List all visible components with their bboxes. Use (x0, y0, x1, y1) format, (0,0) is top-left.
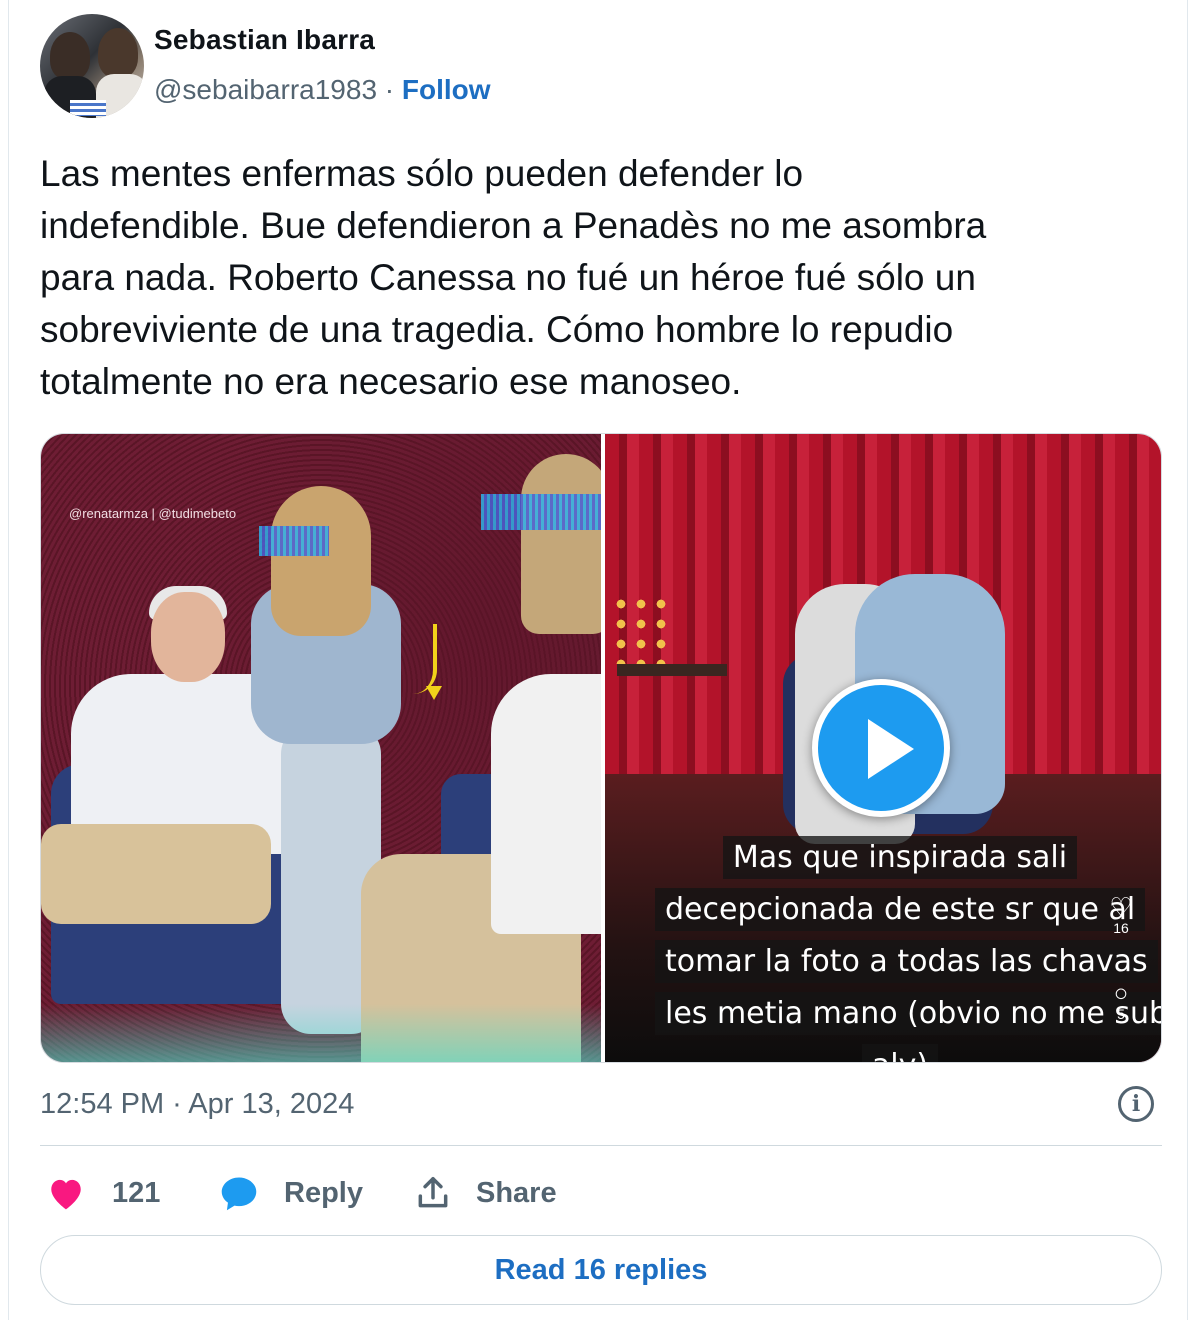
author-avatar[interactable] (40, 14, 144, 118)
tweet-text-line: indefendible. Bue defendieron a Penadès … (40, 205, 987, 246)
separator-dot: · (384, 74, 395, 105)
caption-line: Mas que inspirada sali (722, 836, 1078, 879)
author-handle-row: @sebaibarra1983 · Follow (154, 74, 491, 106)
video-right[interactable]: Mas que inspirada sali decepcionada de e… (605, 434, 1161, 1062)
caption-line: aly) (861, 1044, 939, 1062)
reply-button[interactable]: Reply (218, 1168, 363, 1218)
tweet-text-line: Las mentes enfermas sólo pueden defender… (40, 153, 804, 194)
comment-bubble-icon: ○ (1113, 980, 1129, 1007)
play-icon[interactable] (812, 679, 950, 817)
video-like-count: 16 (1113, 920, 1129, 936)
reply-label: Reply (284, 1176, 363, 1209)
tweet-text-line: sobreviviente de una tragedia. Cómo homb… (40, 309, 954, 350)
tweet-text: Las mentes enfermas sólo pueden defender… (40, 148, 1150, 408)
media-grid: @renatarmza | @tudimebeto Mas que inspir… (40, 433, 1162, 1063)
tweet-text-line: totalmente no era necesario ese manoseo. (40, 361, 742, 402)
tweet-timestamp[interactable]: 12:54 PM · Apr 13, 2024 (40, 1088, 354, 1121)
author-handle[interactable]: @sebaibarra1983 (154, 74, 377, 105)
yellow-arrow-icon (413, 624, 442, 700)
divider (40, 1145, 1162, 1146)
share-label: Share (476, 1176, 557, 1209)
photo-watermark: @renatarmza | @tudimebeto (69, 506, 237, 521)
photo-left[interactable]: @renatarmza | @tudimebeto (41, 434, 601, 1062)
heart-icon (51, 1179, 81, 1210)
like-button[interactable]: 121 (46, 1168, 160, 1218)
info-icon[interactable]: i (1118, 1086, 1154, 1122)
video-like-counter: ♡ 16 (1107, 894, 1135, 936)
video-comment-count: 5 (1117, 1006, 1125, 1022)
share-button[interactable]: Share (414, 1168, 557, 1218)
video-caption: Mas que inspirada sali decepcionada de e… (655, 832, 1161, 1062)
share-upload-icon (418, 1177, 448, 1208)
tweet-text-line: para nada. Roberto Canessa no fué un hér… (40, 257, 976, 298)
reply-bubble-icon (221, 1177, 257, 1211)
video-comment-counter: ○ 5 (1107, 980, 1135, 1023)
follow-button[interactable]: Follow (402, 74, 491, 105)
like-count: 121 (112, 1176, 161, 1209)
caption-line: tomar la foto a todas las chavas (655, 940, 1158, 983)
read-replies-button[interactable]: Read 16 replies (40, 1235, 1162, 1305)
caption-line: les metia mano (obvio no me subi (655, 992, 1161, 1035)
author-name[interactable]: Sebastian Ibarra (154, 24, 375, 56)
caption-line: decepcionada de este sr que al (655, 888, 1146, 931)
heart-outline-icon: ♡ (1109, 892, 1133, 922)
